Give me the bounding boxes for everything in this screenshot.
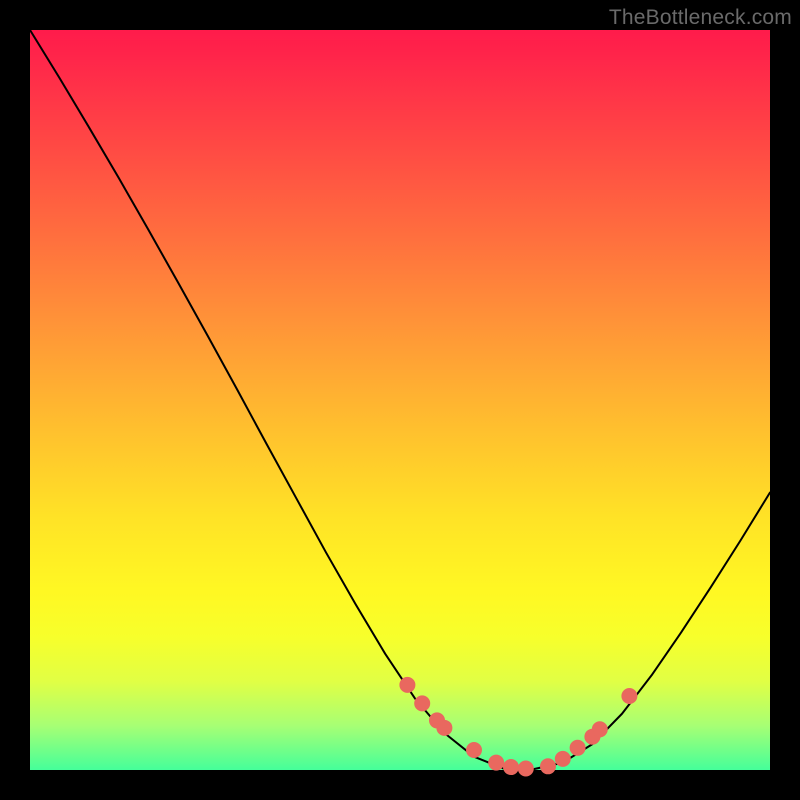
curve-marker	[437, 720, 452, 735]
curve-marker	[489, 755, 504, 770]
marker-group	[400, 677, 637, 776]
bottleneck-curve	[30, 30, 770, 769]
watermark-label: TheBottleneck.com	[609, 6, 792, 30]
curve-marker	[622, 689, 637, 704]
curve-marker	[467, 743, 482, 758]
chart-stage: TheBottleneck.com	[0, 0, 800, 800]
curve-marker	[518, 761, 533, 776]
curve-marker	[400, 677, 415, 692]
curve-marker	[504, 760, 519, 775]
curve-marker	[541, 759, 556, 774]
curve-marker	[415, 696, 430, 711]
curve-marker	[592, 722, 607, 737]
plot-area	[30, 30, 770, 770]
chart-svg	[30, 30, 770, 770]
curve-marker	[570, 740, 585, 755]
curve-marker	[555, 751, 570, 766]
